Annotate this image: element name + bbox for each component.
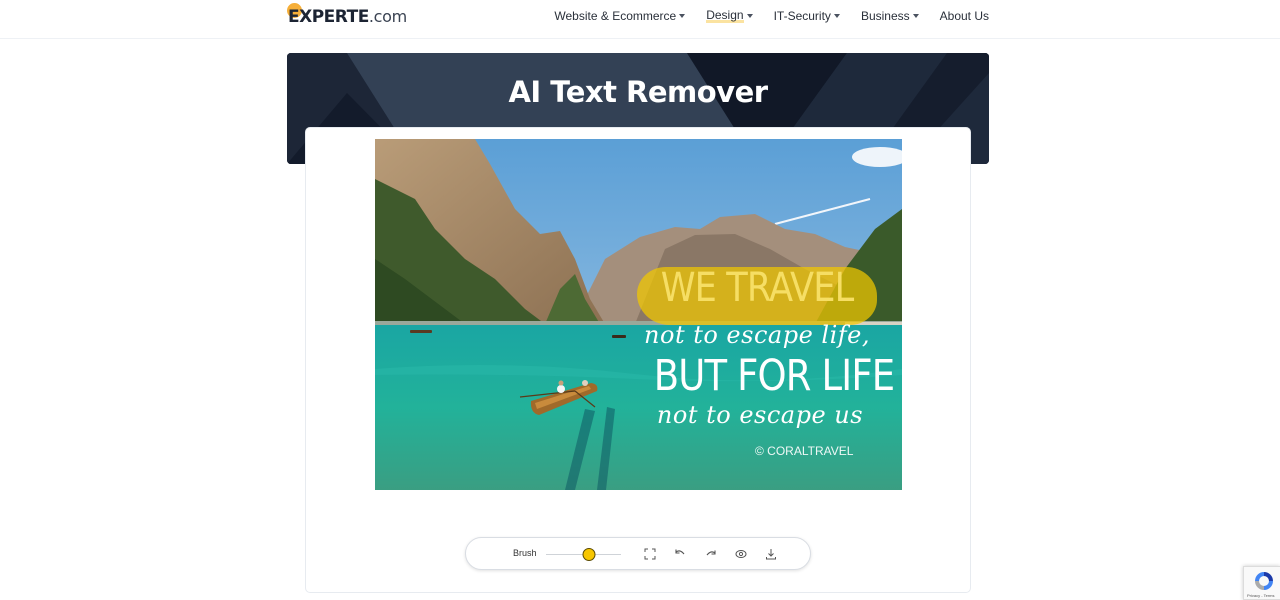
fit-screen-button[interactable] [642,546,658,562]
fullscreen-icon [644,548,656,560]
menu-item-website-ecommerce[interactable]: Website & Ecommerce [554,8,686,23]
logo-text: EXPERTE [288,7,369,27]
menu-item-about-us[interactable]: About Us [919,8,989,23]
download-icon [766,549,776,560]
image-text-line: BUT FOR LIFE [653,351,895,401]
image-canvas[interactable]: WE TRAVEL not to escape life, BUT FOR LI… [375,139,902,490]
logo-tld: .com [368,7,407,26]
image-text-line: WE TRAVEL [660,265,854,311]
menu-item-label: About Us [939,8,989,23]
recaptcha-privacy-terms[interactable]: Privacy - Terms [1247,593,1274,598]
menu-item-label: IT-Security [773,8,831,23]
menu-item-label: Design [706,8,744,23]
page-title: AI Text Remover [508,75,768,109]
redo-button[interactable] [703,546,719,562]
editor-toolbar: Brush [465,537,811,570]
menu-item-label: Business [860,8,910,23]
preview-button[interactable] [733,546,749,562]
brush-size-slider-thumb[interactable] [582,548,596,561]
main-menu: Website & Ecommerce Design IT-Security B… [554,8,989,23]
eye-icon [735,550,747,558]
image-text-line: not to escape us [656,401,864,429]
menu-item-it-security[interactable]: IT-Security [753,8,840,23]
download-button[interactable] [763,546,779,562]
top-navigation: EXPERTE .com Website & Ecommerce Design I… [0,0,1280,39]
undo-button[interactable] [672,546,688,562]
undo-icon [675,549,685,555]
menu-item-design[interactable]: Design [685,8,753,23]
menu-item-business[interactable]: Business [840,8,919,23]
image-text-line: not to escape life, [644,321,870,349]
image-copyright: © CORALTRAVEL [755,444,854,458]
redo-icon [706,550,716,556]
brush-size-label: Brush [513,548,537,558]
recaptcha-badge[interactable]: Privacy - Terms [1243,566,1280,600]
recaptcha-icon [1255,572,1273,590]
menu-item-label: Website & Ecommerce [554,8,677,23]
brush-size-slider[interactable] [546,548,621,561]
experte-logo[interactable]: EXPERTE .com [287,3,407,29]
editor-card: WE TRAVEL not to escape life, BUT FOR LI… [305,127,971,593]
